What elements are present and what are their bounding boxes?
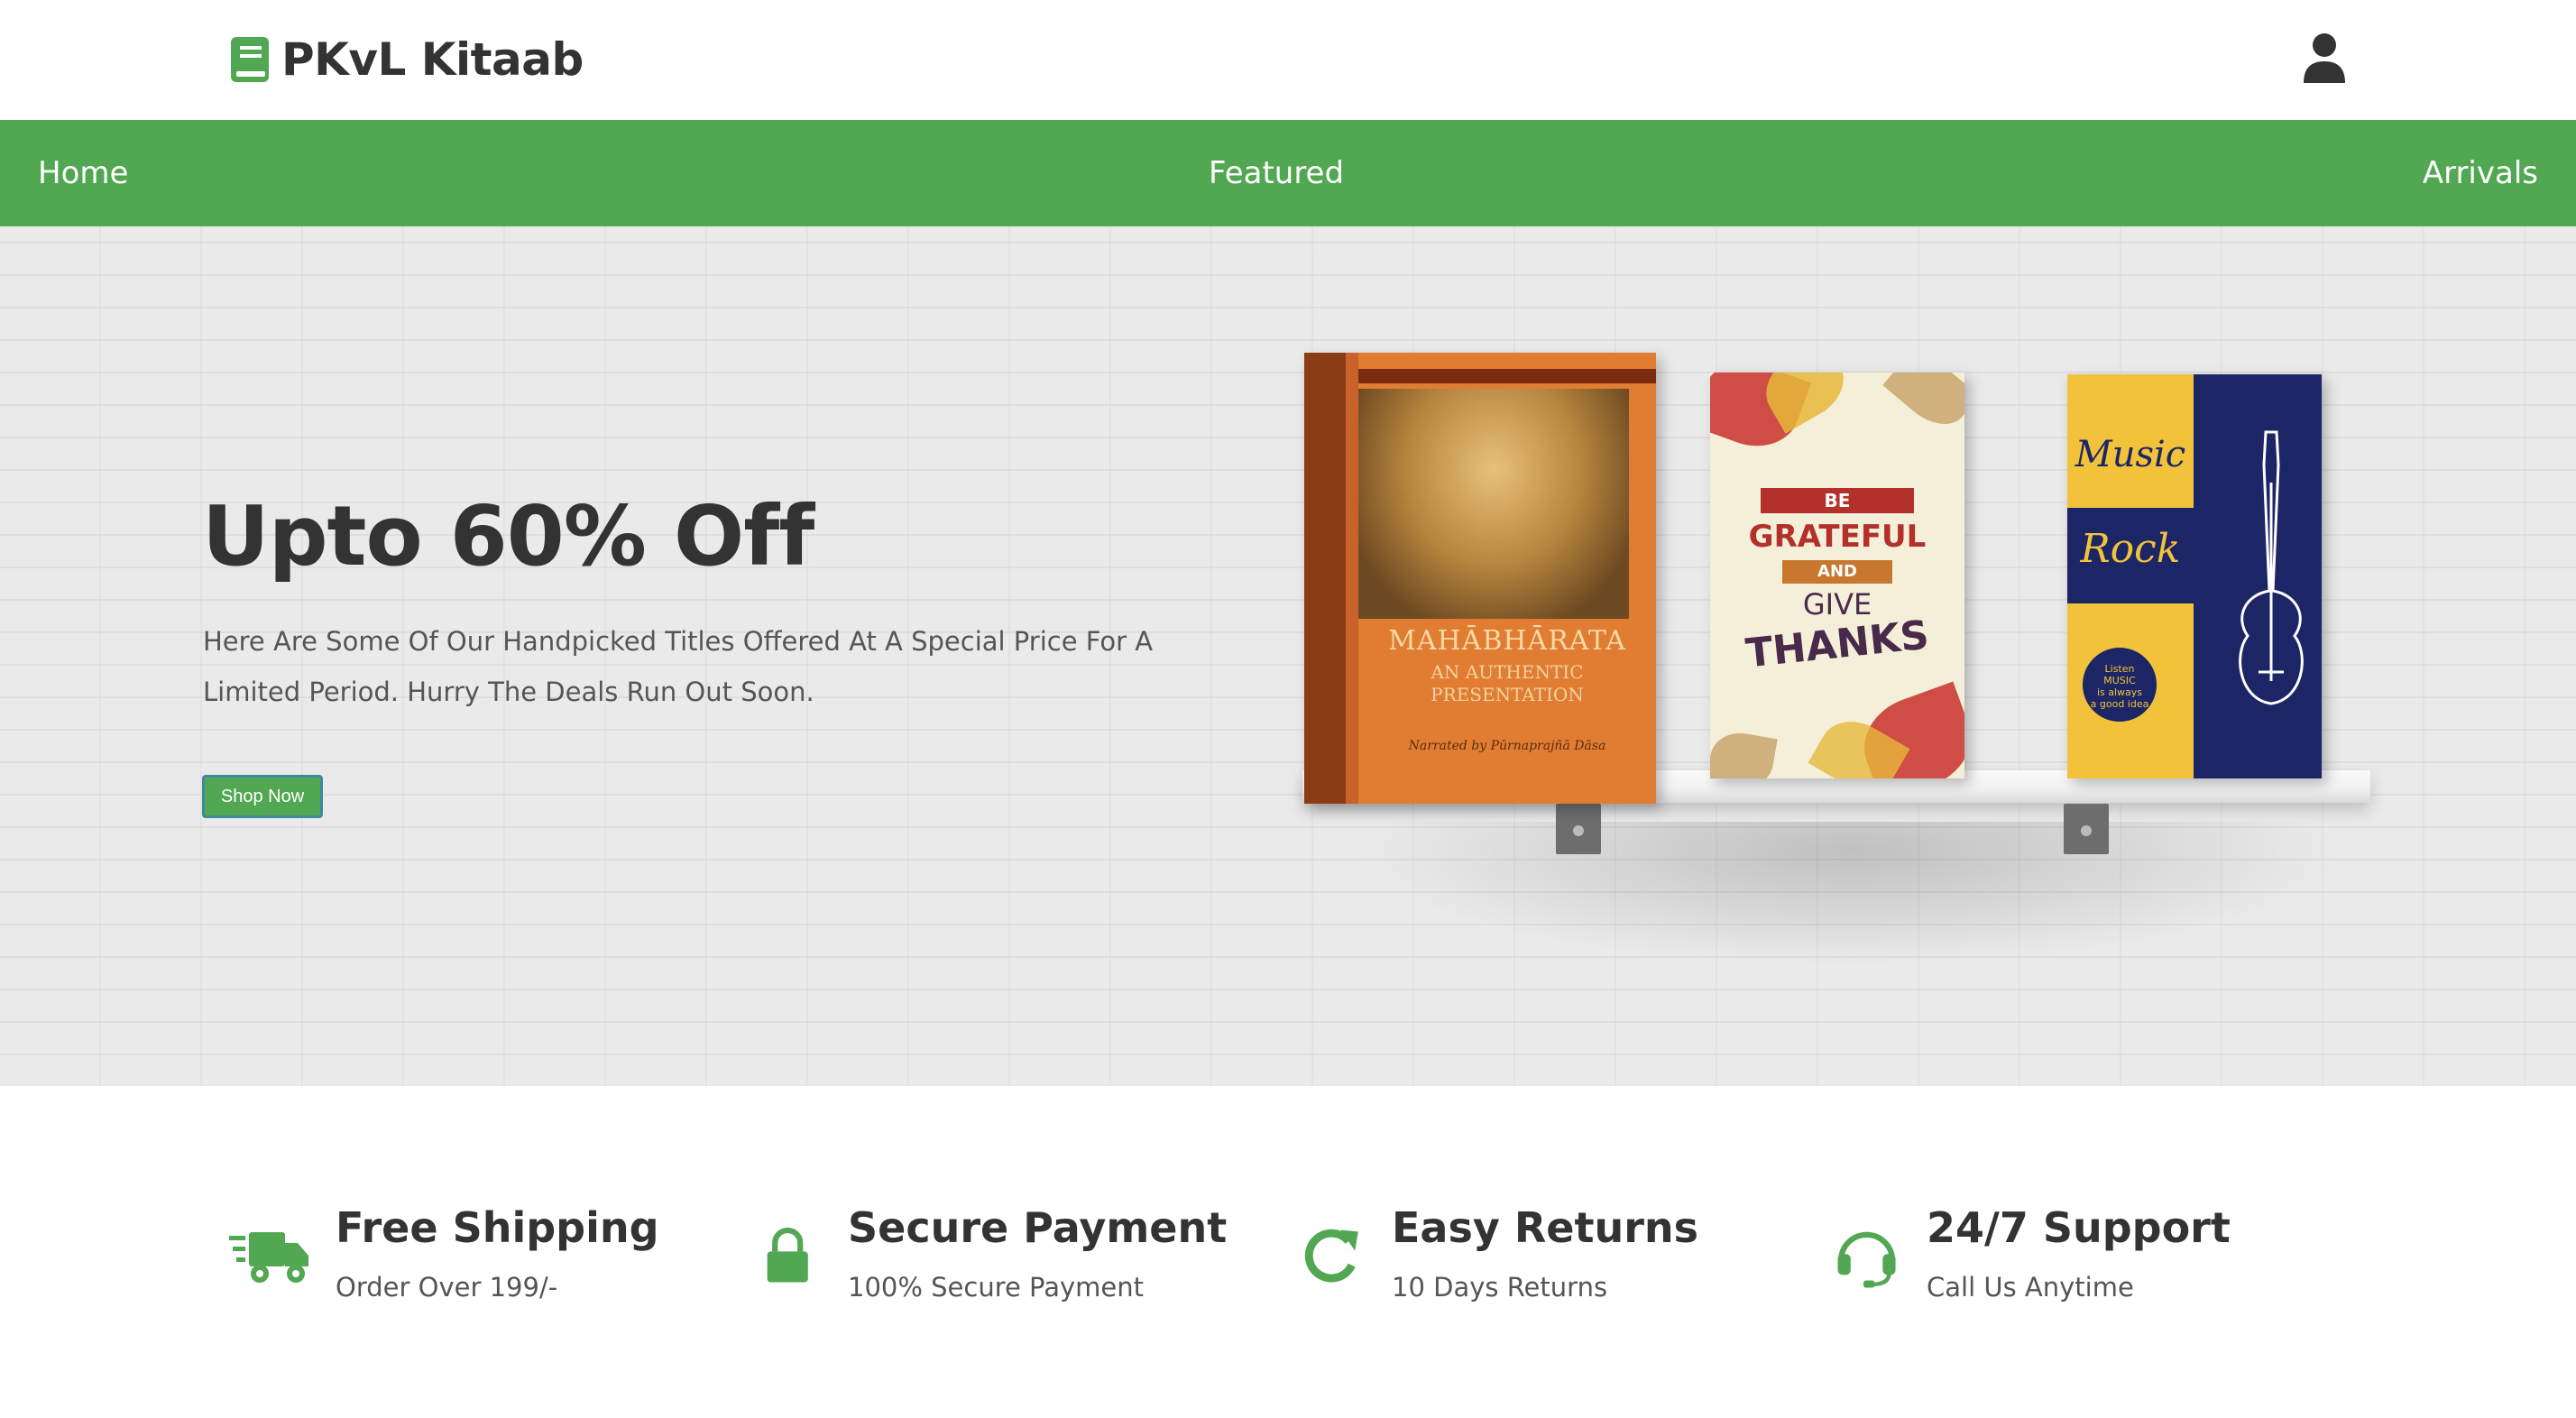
feature-title: Easy Returns [1392, 1203, 1699, 1252]
brand-logo[interactable]: PKvL Kitaab [229, 32, 584, 87]
shop-now-button[interactable]: Shop Now [202, 775, 323, 818]
badge-line: a good idea [2090, 698, 2149, 710]
cover-word: GRATEFUL [1748, 519, 1927, 555]
nav-featured[interactable]: Featured [1209, 120, 1344, 226]
leaf-decoration [1882, 373, 1964, 437]
book-icon [231, 37, 269, 82]
book-narrator: Narrated by Pūrnaprajñā Dāsa [1408, 739, 1606, 753]
feature-subtitle: 100% Secure Payment [848, 1272, 1145, 1303]
nav-arrivals[interactable]: Arrivals [2423, 120, 2538, 226]
lock-icon [767, 1227, 808, 1283]
features-section: Free Shipping Order Over 199/- Secure Pa… [0, 1086, 2576, 1418]
shelf-bracket [2064, 804, 2109, 854]
book-subtitle: AN AUTHENTIC PRESENTATION [1358, 661, 1656, 706]
cover-word: Music [2075, 434, 2186, 475]
main-nav: Home Featured Arrivals [0, 120, 2576, 226]
shelf-bracket [1556, 804, 1601, 854]
feature-subtitle: Order Over 199/- [336, 1272, 558, 1303]
cover-word: AND [1817, 562, 1857, 581]
book-subtitle-line: PRESENTATION [1431, 684, 1584, 705]
cover-artwork [1358, 389, 1629, 619]
book-cover-music[interactable]: Music Rock Listen MUSIC is always a good… [2067, 374, 2322, 778]
book-cover-mahabharata[interactable]: MAHĀBHĀRATA AN AUTHENTIC PRESENTATION Na… [1304, 353, 1656, 804]
badge-line: is always [2096, 686, 2143, 698]
feature-title: 24/7 Support [1927, 1203, 2231, 1252]
cover-word: Rock [2080, 526, 2181, 572]
book-cover-be-grateful[interactable]: BE GRATEFUL AND GIVE THANKS [1710, 373, 1964, 778]
redo-icon [1304, 1229, 1358, 1283]
shelf-shadow [1353, 822, 2345, 966]
feature-subtitle: 10 Days Returns [1392, 1272, 1608, 1303]
leaf-decoration [1710, 728, 1778, 778]
feature-title: Free Shipping [336, 1203, 659, 1252]
nav-home[interactable]: Home [38, 120, 128, 226]
badge-line: MUSIC [2103, 675, 2136, 686]
cover-badge-text: Listen MUSIC is always a good idea [2080, 663, 2159, 710]
user-icon[interactable] [2302, 32, 2347, 85]
cover-band [1358, 369, 1656, 383]
guitar-icon [2239, 430, 2304, 705]
feature-subtitle: Call Us Anytime [1927, 1272, 2134, 1303]
feature-title: Secure Payment [848, 1203, 1228, 1252]
hero-description: Here Are Some Of Our Handpicked Titles O… [203, 626, 1154, 707]
truck-icon [229, 1232, 308, 1283]
book-title: MAHĀBHĀRATA [1388, 625, 1626, 657]
book-subtitle-line: AN AUTHENTIC [1431, 661, 1584, 683]
badge-line: Listen [2104, 663, 2135, 675]
book-shelf: MAHĀBHĀRATA AN AUTHENTIC PRESENTATION Na… [1299, 353, 2381, 1038]
hero-title: Upto 60% Off [202, 488, 814, 585]
cover-word: BE [1824, 490, 1851, 511]
site-header: PKvL Kitaab [0, 0, 2576, 120]
headset-icon [1837, 1231, 1896, 1288]
hero-banner: Upto 60% Off Here Are Some Of Our Handpi… [0, 226, 2576, 1086]
brand-name: PKvL Kitaab [281, 33, 584, 86]
